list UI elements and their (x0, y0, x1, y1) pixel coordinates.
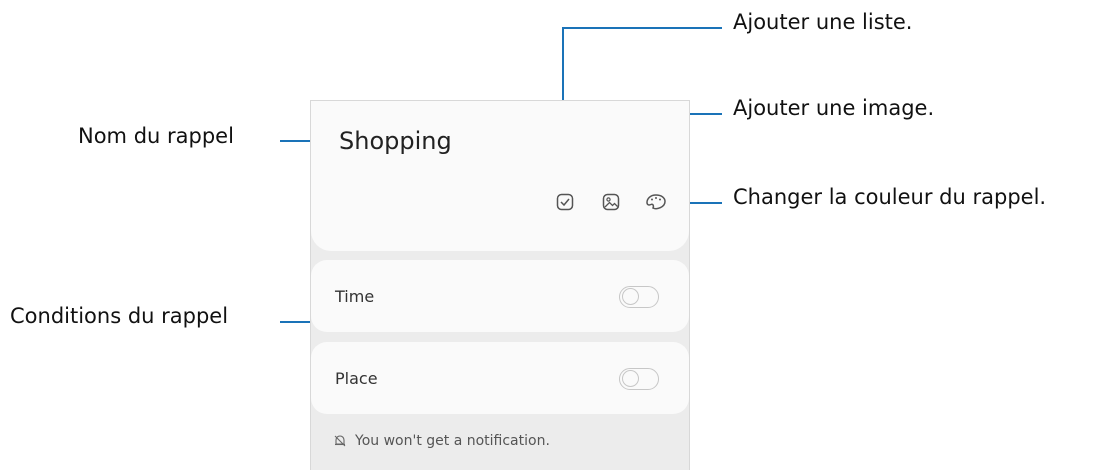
condition-label-time: Time (335, 287, 375, 306)
reminder-screen: Shopping Time Place You won't get a noti… (310, 100, 690, 470)
callout-reminder-name: Nom du rappel (78, 124, 234, 148)
place-toggle[interactable] (619, 368, 659, 390)
callout-add-image: Ajouter une image. (733, 96, 935, 120)
time-toggle[interactable] (619, 286, 659, 308)
palette-icon[interactable] (644, 192, 668, 212)
condition-row-time[interactable]: Time (311, 260, 689, 332)
condition-label-place: Place (335, 369, 378, 388)
image-icon[interactable] (601, 192, 621, 212)
toggle-knob (622, 288, 639, 305)
callout-reminder-conditions: Conditions du rappel (10, 304, 229, 328)
reminder-card: Shopping (311, 101, 689, 251)
callout-change-color: Changer la couleur du rappel. (733, 185, 1047, 209)
callout-add-list: Ajouter une liste. (733, 10, 913, 34)
reminder-title[interactable]: Shopping (339, 127, 452, 155)
checklist-icon[interactable] (555, 192, 575, 212)
condition-row-place[interactable]: Place (311, 342, 689, 414)
bell-off-icon (333, 434, 347, 448)
notice-text: You won't get a notification. (355, 433, 550, 449)
toggle-knob (622, 370, 639, 387)
reminder-conditions: Time Place (311, 254, 689, 420)
notification-notice: You won't get a notification. (333, 433, 550, 449)
